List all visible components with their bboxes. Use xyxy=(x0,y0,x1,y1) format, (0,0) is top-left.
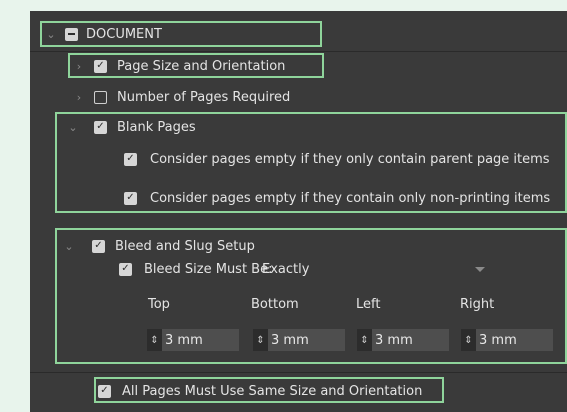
chevron-right-icon[interactable]: › xyxy=(72,91,86,104)
bleed-bottom-field[interactable]: ⇕ 3 mm xyxy=(253,329,345,351)
bleed-right-value: 3 mm xyxy=(479,332,517,348)
bleed-row[interactable]: ⌄ ✓ Bleed and Slug Setup xyxy=(62,234,255,258)
separator xyxy=(30,51,567,52)
blank-parent-label: Consider pages empty if they only contai… xyxy=(150,151,550,167)
bleed-size-value: Exactly xyxy=(262,261,310,277)
document-checkbox[interactable] xyxy=(65,27,78,41)
num-pages-label: Number of Pages Required xyxy=(117,89,291,105)
stepper-icon[interactable]: ⇕ xyxy=(461,329,476,351)
blank-parent-checkbox[interactable]: ✓ xyxy=(124,152,137,166)
separator xyxy=(30,372,567,373)
bleed-size-checkbox[interactable]: ✓ xyxy=(119,262,132,276)
bleed-left-value: 3 mm xyxy=(375,332,413,348)
stepper-icon[interactable]: ⇕ xyxy=(253,329,268,351)
left-label: Left xyxy=(356,297,381,312)
chevron-down-icon[interactable]: ⌄ xyxy=(44,28,58,41)
document-row[interactable]: ⌄ DOCUMENT xyxy=(44,22,162,46)
page-size-label: Page Size and Orientation xyxy=(117,58,286,74)
bleed-label: Bleed and Slug Setup xyxy=(115,238,255,254)
bleed-top-field[interactable]: ⇕ 3 mm xyxy=(147,329,239,351)
document-label: DOCUMENT xyxy=(86,26,162,42)
blank-parent-option-row[interactable]: ✓ Consider pages empty if they only cont… xyxy=(124,147,550,171)
bleed-checkbox[interactable]: ✓ xyxy=(92,239,105,253)
chevron-right-icon[interactable]: › xyxy=(72,60,86,73)
top-label: Top xyxy=(148,297,170,312)
bleed-bottom-value: 3 mm xyxy=(271,332,309,348)
bottom-label: Bottom xyxy=(251,297,299,312)
blank-pages-row[interactable]: ⌄ ✓ Blank Pages xyxy=(66,115,196,139)
all-pages-row[interactable]: ✓ All Pages Must Use Same Size and Orien… xyxy=(98,379,422,403)
bleed-top-value: 3 mm xyxy=(165,332,203,348)
all-pages-label: All Pages Must Use Same Size and Orienta… xyxy=(122,383,423,399)
chevron-down-icon[interactable]: ⌄ xyxy=(66,121,80,134)
blank-nonprinting-label: Consider pages empty if they contain onl… xyxy=(150,190,551,206)
blank-nonprinting-option-row[interactable]: ✓ Consider pages empty if they contain o… xyxy=(124,186,550,210)
stepper-icon[interactable]: ⇕ xyxy=(357,329,372,351)
bleed-size-dropdown[interactable]: Exactly xyxy=(256,258,491,280)
page-size-checkbox[interactable]: ✓ xyxy=(94,59,107,73)
right-label: Right xyxy=(460,297,495,312)
bleed-left-field[interactable]: ⇕ 3 mm xyxy=(357,329,449,351)
all-pages-checkbox[interactable]: ✓ xyxy=(98,384,111,398)
bleed-right-field[interactable]: ⇕ 3 mm xyxy=(461,329,553,351)
bleed-size-label: Bleed Size Must Be: xyxy=(144,261,273,277)
blank-pages-checkbox[interactable]: ✓ xyxy=(94,120,107,134)
num-pages-row[interactable]: › Number of Pages Required xyxy=(72,85,290,109)
chevron-down-icon[interactable]: ⌄ xyxy=(62,240,76,253)
dropdown-caret-icon xyxy=(475,266,485,272)
num-pages-checkbox[interactable] xyxy=(94,90,107,104)
stepper-icon[interactable]: ⇕ xyxy=(147,329,162,351)
page-size-row[interactable]: › ✓ Page Size and Orientation xyxy=(72,54,286,78)
blank-pages-label: Blank Pages xyxy=(117,119,196,135)
blank-nonprinting-checkbox[interactable]: ✓ xyxy=(124,191,137,205)
bleed-size-row[interactable]: ✓ Bleed Size Must Be: xyxy=(119,257,272,281)
